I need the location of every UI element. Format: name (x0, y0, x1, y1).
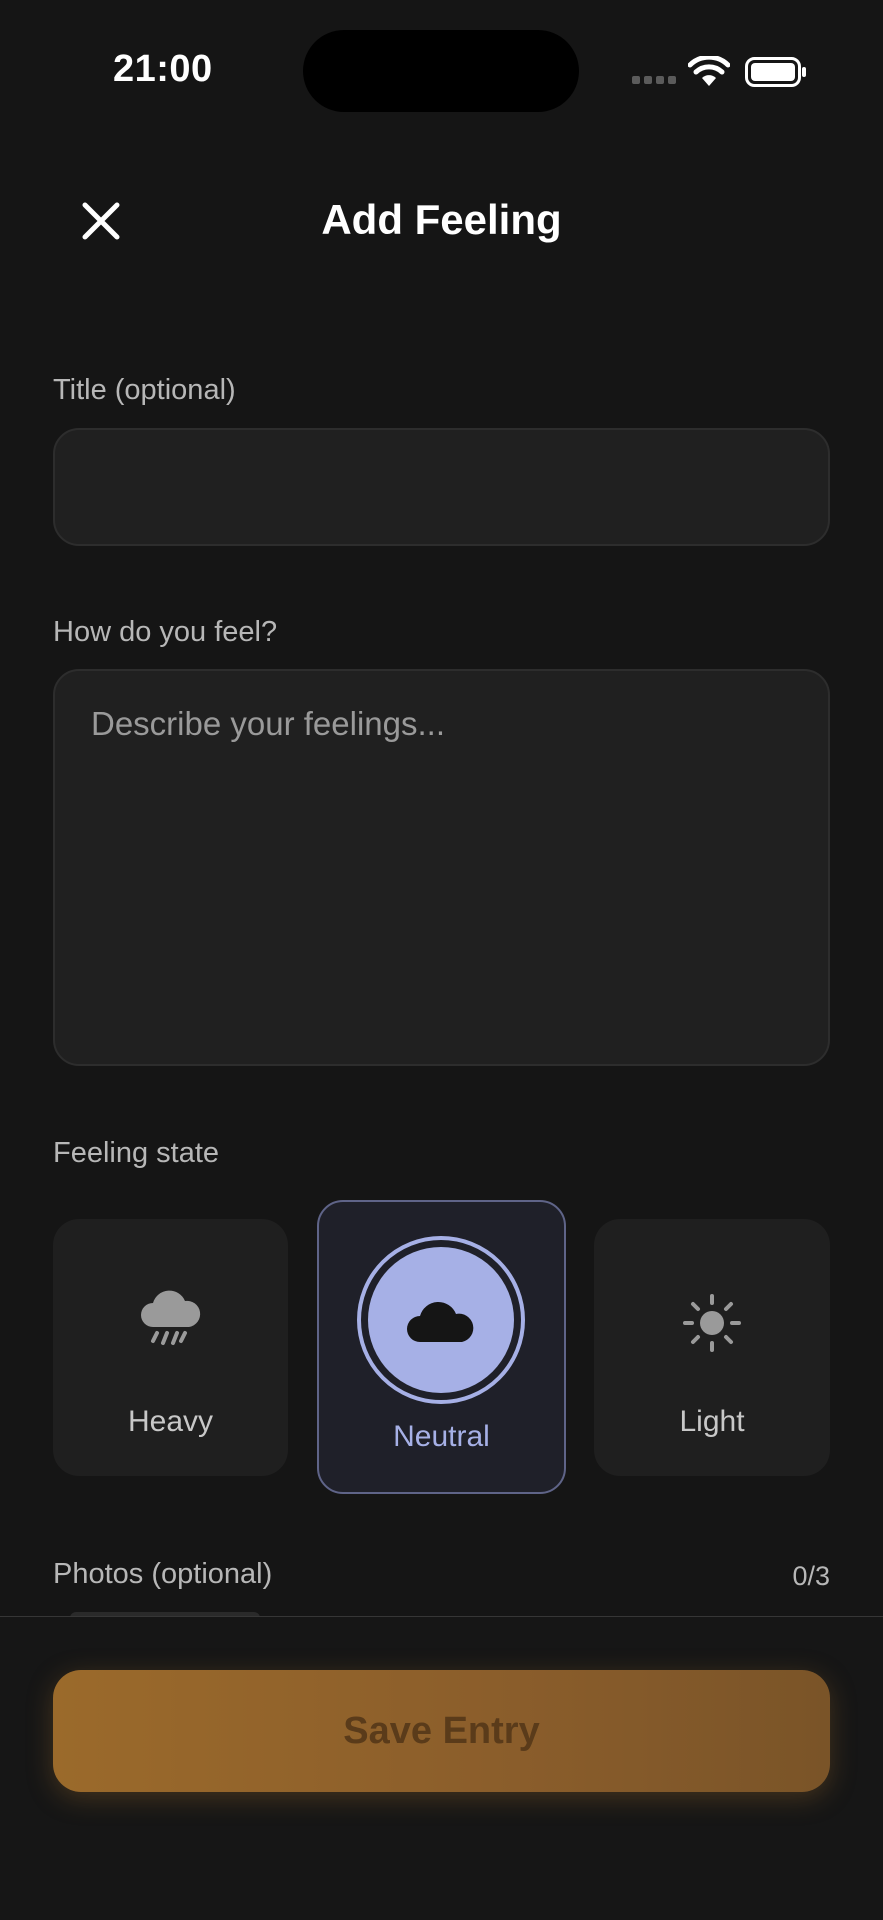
wifi-icon (688, 56, 730, 86)
title-label: Title (optional) (53, 374, 236, 406)
page-title: Add Feeling (321, 196, 562, 243)
status-time: 21:00 (113, 48, 213, 90)
rain-cloud-icon (141, 1290, 201, 1345)
photos-counter: 0/3 (792, 1561, 830, 1591)
feelings-textarea[interactable] (55, 671, 828, 1064)
title-field-container (53, 428, 830, 546)
divider (0, 1616, 883, 1617)
state-label-light: Light (679, 1405, 745, 1438)
feel-label: How do you feel? (53, 616, 278, 648)
save-entry-button[interactable]: Save Entry (53, 1670, 830, 1792)
state-label-neutral: Neutral (393, 1420, 490, 1453)
status-bar: 21:00 (0, 0, 883, 140)
photos-label: Photos (optional) (53, 1558, 273, 1590)
sun-icon (683, 1294, 741, 1352)
title-input[interactable] (55, 430, 828, 544)
dynamic-island (303, 30, 579, 112)
state-option-heavy[interactable]: Heavy (53, 1219, 288, 1476)
selected-ring (357, 1236, 525, 1404)
battery-icon (745, 57, 806, 87)
feelings-field-container (53, 669, 830, 1066)
save-entry-label: Save Entry (343, 1709, 540, 1752)
cellular-signal-icon (632, 76, 676, 84)
state-label-heavy: Heavy (127, 1405, 214, 1438)
cloud-icon (407, 1301, 474, 1342)
state-option-light[interactable]: Light (594, 1219, 830, 1476)
state-option-neutral[interactable]: Neutral (317, 1200, 566, 1494)
feeling-state-label: Feeling state (53, 1137, 220, 1169)
nav-bar: Add Feeling (0, 160, 883, 280)
